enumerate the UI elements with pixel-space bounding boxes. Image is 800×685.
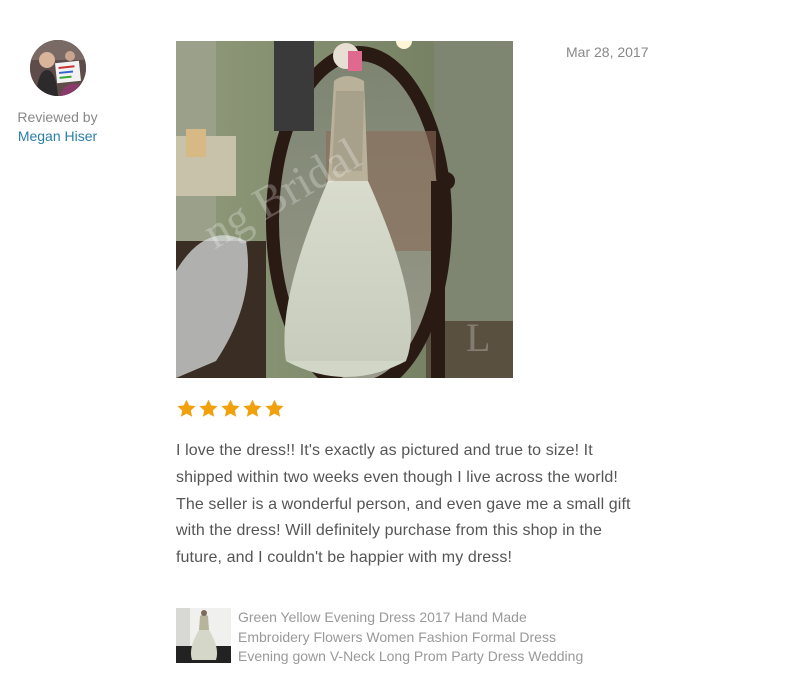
reviewer-avatar[interactable] <box>29 40 86 96</box>
product-link[interactable]: Green Yellow Evening Dress 2017 Hand Mad… <box>176 608 598 667</box>
review-text: I love the dress!! It's exactly as pictu… <box>176 442 631 567</box>
star-rating <box>176 398 286 420</box>
star-icon <box>265 399 284 417</box>
star-icon <box>243 399 262 417</box>
avatar-photo-icon <box>29 40 86 96</box>
star-icon <box>177 399 196 417</box>
review-date: Mar 28, 2017 <box>566 44 649 60</box>
reviewer-name-link[interactable]: Megan Hiser <box>0 127 115 146</box>
product-title[interactable]: Green Yellow Evening Dress 2017 Hand Mad… <box>238 608 598 667</box>
reviewed-by-label: Reviewed by <box>17 109 98 125</box>
dress-thumbnail-icon <box>176 608 231 663</box>
review-photo-image-icon: ng Bridal L <box>176 41 513 378</box>
svg-text:L: L <box>466 315 490 360</box>
review-photo[interactable]: ng Bridal L <box>176 41 513 378</box>
reviewer-block: Reviewed by Megan Hiser <box>0 40 115 146</box>
star-icon <box>221 399 240 417</box>
product-thumbnail[interactable] <box>176 608 231 663</box>
star-icon <box>199 399 218 417</box>
